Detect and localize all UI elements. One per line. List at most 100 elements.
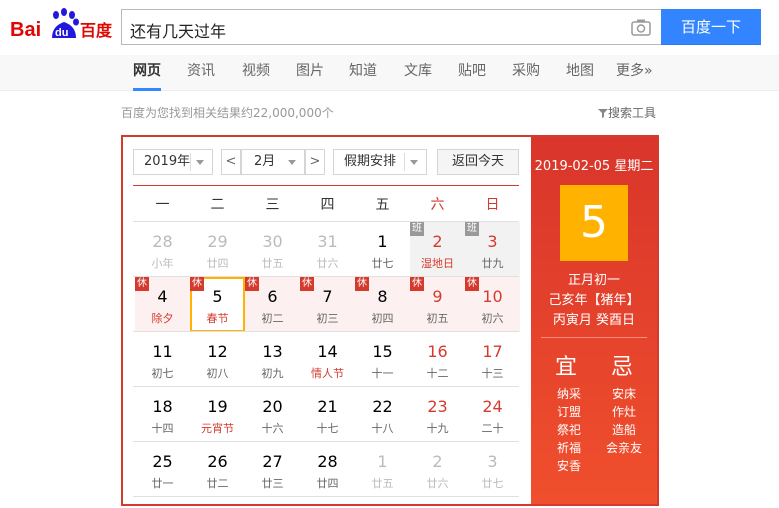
holiday-select[interactable]: 假期安排: [333, 149, 427, 175]
calendar-day[interactable]: 22 十八: [355, 387, 410, 442]
search-tools-link[interactable]: 搜索工具: [598, 104, 656, 121]
tab-purchase[interactable]: 采购: [512, 55, 540, 91]
day-lunar: 元宵节: [201, 422, 234, 435]
yi-item: 祭祀: [556, 423, 581, 437]
chevron-down-icon: [196, 160, 204, 165]
tab-tieba[interactable]: 贴吧: [458, 55, 486, 91]
day-lunar: 廿九: [481, 257, 504, 270]
day-number: 1: [377, 232, 388, 251]
calendar-day[interactable]: 28 廿四: [300, 442, 355, 497]
tab-images[interactable]: 图片: [296, 55, 324, 91]
calendar-day[interactable]: 14 情人节: [300, 332, 355, 387]
calendar-day[interactable]: 29 廿四: [190, 222, 245, 277]
ji-item: 作灶: [611, 405, 636, 419]
tab-map[interactable]: 地图: [566, 55, 594, 91]
camera-icon[interactable]: [631, 18, 651, 36]
day-number: 19: [207, 397, 228, 416]
weekday-tue: 二: [210, 197, 225, 213]
calendar-day[interactable]: 19 元宵节: [190, 387, 245, 442]
day-lunar: 十八: [371, 422, 394, 435]
tab-video[interactable]: 视频: [242, 55, 270, 91]
day-lunar: 情人节: [311, 367, 344, 380]
tab-wenku[interactable]: 文库: [404, 55, 432, 91]
calendar-day[interactable]: 15 十一: [355, 332, 410, 387]
day-lunar: 廿二: [206, 477, 229, 490]
tab-zhidao[interactable]: 知道: [349, 55, 377, 91]
calendar-day[interactable]: 1 廿七: [355, 222, 410, 277]
day-lunar: 廿一: [151, 477, 174, 490]
day-number: 24: [482, 397, 503, 416]
header: Bai du 百度 还有几天过年 百度一下: [0, 0, 779, 55]
calendar-day[interactable]: 27 廿三: [245, 442, 300, 497]
ji-item: 造船: [611, 423, 636, 437]
day-number: 2: [432, 232, 443, 251]
chevron-down-icon: [410, 160, 418, 165]
day-number: 3: [487, 452, 498, 471]
day-lunar: 初六: [481, 312, 504, 325]
search-tools-label: 搜索工具: [608, 106, 657, 120]
day-number: 17: [482, 342, 503, 361]
calendar-day[interactable]: 16 十二: [410, 332, 465, 387]
calendar-day[interactable]: 休 5 春节: [190, 277, 245, 332]
day-number: 18: [152, 397, 173, 416]
calendar-day[interactable]: 班 2 湿地日: [410, 222, 465, 277]
calendar-day[interactable]: 2 廿六: [410, 442, 465, 497]
calendar-day[interactable]: 休 4 除夕: [135, 277, 190, 332]
day-number: 4: [157, 287, 168, 306]
calendar-day[interactable]: 26 廿二: [190, 442, 245, 497]
day-lunar: 廿七: [371, 257, 394, 270]
day-number: 5: [212, 287, 223, 306]
ji-item: 安床: [611, 387, 636, 401]
calendar-day[interactable]: 20 十六: [245, 387, 300, 442]
day-number: 2: [432, 452, 443, 471]
day-lunar: 廿七: [481, 477, 504, 490]
day-lunar: 十三: [481, 367, 504, 380]
next-month-button[interactable]: >: [305, 149, 325, 175]
calendar-day[interactable]: 休 9 初五: [410, 277, 465, 332]
calendar-day[interactable]: 13 初九: [245, 332, 300, 387]
day-number: 8: [377, 287, 388, 306]
yi-list: 纳采 订盟 祭祀 祈福 安香: [549, 385, 589, 475]
calendar-day[interactable]: 28 小年: [135, 222, 190, 277]
calendar-day[interactable]: 31 廿六: [300, 222, 355, 277]
calendar-day[interactable]: 17 十三: [465, 332, 520, 387]
year-select[interactable]: 2019年: [133, 149, 213, 175]
calendar-day[interactable]: 12 初八: [190, 332, 245, 387]
calendar-day[interactable]: 18 十四: [135, 387, 190, 442]
back-to-today-button[interactable]: 返回今天: [437, 149, 519, 175]
calendar-day[interactable]: 24 二十: [465, 387, 520, 442]
search-query[interactable]: 还有几天过年: [130, 18, 226, 42]
day-lunar: 廿五: [261, 257, 284, 270]
calendar-day[interactable]: 休 6 初二: [245, 277, 300, 332]
day-number: 3: [487, 232, 498, 251]
calendar-day[interactable]: 休 7 初三: [300, 277, 355, 332]
calendar-day[interactable]: 1 廿五: [355, 442, 410, 497]
day-lunar: 十九: [426, 422, 449, 435]
svg-text:Bai: Bai: [10, 19, 41, 41]
yi-title: 宜: [555, 355, 578, 380]
calendar-day[interactable]: 25 廿一: [135, 442, 190, 497]
tab-web[interactable]: 网页: [133, 55, 161, 91]
tab-news[interactable]: 资讯: [187, 55, 215, 91]
weekday-mon: 一: [155, 197, 170, 213]
calendar-day[interactable]: 休 10 初六: [465, 277, 520, 332]
search-button[interactable]: 百度一下: [661, 9, 761, 45]
calendar-day[interactable]: 休 8 初四: [355, 277, 410, 332]
month-select[interactable]: 2月: [241, 149, 305, 175]
calendar-day[interactable]: 11 初七: [135, 332, 190, 387]
tab-more[interactable]: 更多»: [616, 55, 653, 91]
baidu-logo[interactable]: Bai du 百度: [8, 6, 114, 46]
prev-month-button[interactable]: <: [221, 149, 241, 175]
ganzhi-month-day: 丙寅月 癸酉日: [552, 313, 636, 328]
day-number: 10: [482, 287, 503, 306]
day-lunar: 十七: [316, 422, 339, 435]
calendar-day[interactable]: 23 十九: [410, 387, 465, 442]
calendar-day[interactable]: 30 廿五: [245, 222, 300, 277]
calendar-day[interactable]: 班 3 廿九: [465, 222, 520, 277]
calendar-day[interactable]: 21 十七: [300, 387, 355, 442]
day-lunar: 除夕: [151, 312, 174, 325]
day-number: 31: [317, 232, 338, 251]
calendar-day[interactable]: 3 廿七: [465, 442, 520, 497]
weekday-thu: 四: [320, 197, 335, 213]
search-input[interactable]: 还有几天过年: [121, 9, 661, 45]
